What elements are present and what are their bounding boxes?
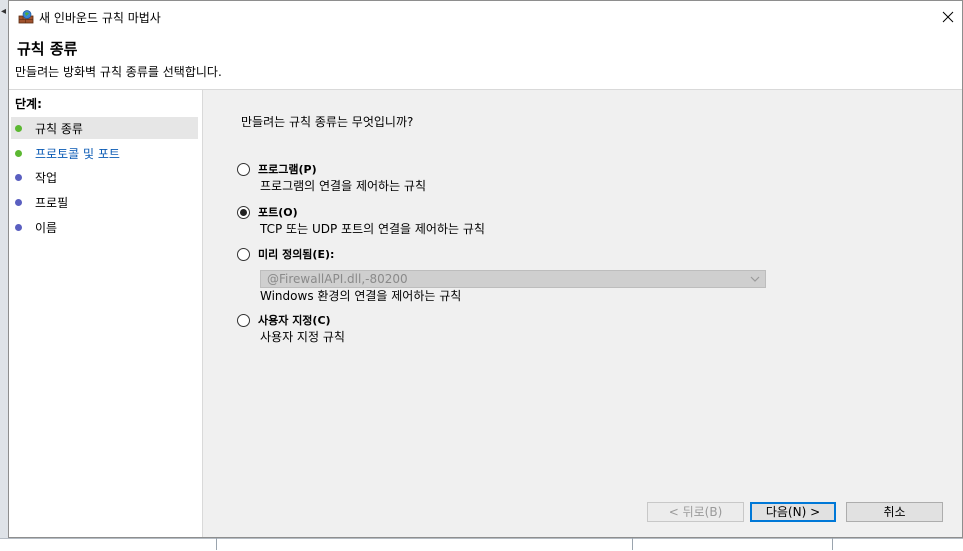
steps-heading: 단계: — [15, 97, 42, 111]
step-profile: 프로필 — [11, 191, 198, 213]
radio-port[interactable] — [237, 206, 250, 219]
radio-predefined[interactable] — [237, 248, 250, 261]
option-label[interactable]: 포트(O) — [258, 204, 298, 220]
step-pending-icon — [15, 199, 22, 206]
step-pending-icon — [15, 224, 22, 231]
page-title: 규칙 종류 — [17, 40, 78, 58]
option-label[interactable]: 미리 정의됨(E): — [258, 246, 334, 262]
content-area: 만들려는 규칙 종류는 무엇입니까? 프로그램(P) 프로그램의 연결을 제어하… — [203, 90, 962, 537]
question-text: 만들려는 규칙 종류는 무엇입니까? — [241, 115, 414, 129]
step-protocol-ports[interactable]: 프로토콜 및 포트 — [11, 142, 198, 164]
close-icon — [942, 11, 954, 22]
step-rule-type[interactable]: 규칙 종류 — [11, 117, 198, 139]
option-description: 사용자 지정 규칙 — [260, 330, 345, 344]
option-description: 프로그램의 연결을 제어하는 규칙 — [260, 179, 427, 193]
step-label: 이름 — [35, 221, 58, 235]
wizard-window: 새 인바운드 규칙 마법사 규칙 종류 만들려는 방화벽 규칙 종류를 선택합니… — [8, 0, 963, 538]
step-label: 작업 — [35, 171, 58, 185]
radio-program[interactable] — [237, 163, 250, 176]
background-separator — [216, 538, 217, 550]
step-label[interactable]: 프로토콜 및 포트 — [35, 145, 120, 162]
chevron-down-icon — [749, 273, 761, 285]
option-description: TCP 또는 UDP 포트의 연결을 제어하는 규칙 — [260, 222, 485, 236]
firewall-icon — [18, 10, 34, 24]
page-subtitle: 만들려는 방화벽 규칙 종류를 선택합니다. — [15, 65, 222, 79]
step-action: 작업 — [11, 166, 198, 188]
step-done-icon — [15, 150, 22, 157]
steps-panel: 단계: 규칙 종류 프로토콜 및 포트 작업 프로필 이름 — [9, 90, 203, 537]
select-value: @FirewallAPI.dll,-80200 — [267, 272, 408, 286]
background-separator — [632, 538, 633, 550]
background-app-strip — [0, 538, 963, 551]
back-button[interactable]: < 뒤로(B) — [647, 502, 744, 522]
window-title: 새 인바운드 규칙 마법사 — [39, 11, 161, 25]
step-name: 이름 — [11, 216, 198, 238]
radio-custom[interactable] — [237, 314, 250, 327]
option-label[interactable]: 사용자 지정(C) — [258, 312, 331, 328]
step-done-icon — [15, 125, 22, 132]
option-description: Windows 환경의 연결을 제어하는 규칙 — [260, 289, 462, 303]
predefined-rule-select[interactable]: @FirewallAPI.dll,-80200 — [260, 270, 766, 288]
step-pending-icon — [15, 174, 22, 181]
wizard-header: 규칙 종류 만들려는 방화벽 규칙 종류를 선택합니다. — [9, 32, 962, 90]
close-button[interactable] — [934, 1, 962, 32]
step-label: 프로필 — [35, 196, 69, 210]
cancel-button[interactable]: 취소 — [846, 502, 943, 522]
option-label[interactable]: 프로그램(P) — [258, 161, 317, 177]
background-separator — [832, 538, 833, 550]
title-bar[interactable]: 새 인바운드 규칙 마법사 — [9, 1, 962, 32]
step-label: 규칙 종류 — [35, 122, 83, 136]
next-button[interactable]: 다음(N) > — [750, 502, 836, 522]
radio-selected-dot — [240, 209, 247, 216]
